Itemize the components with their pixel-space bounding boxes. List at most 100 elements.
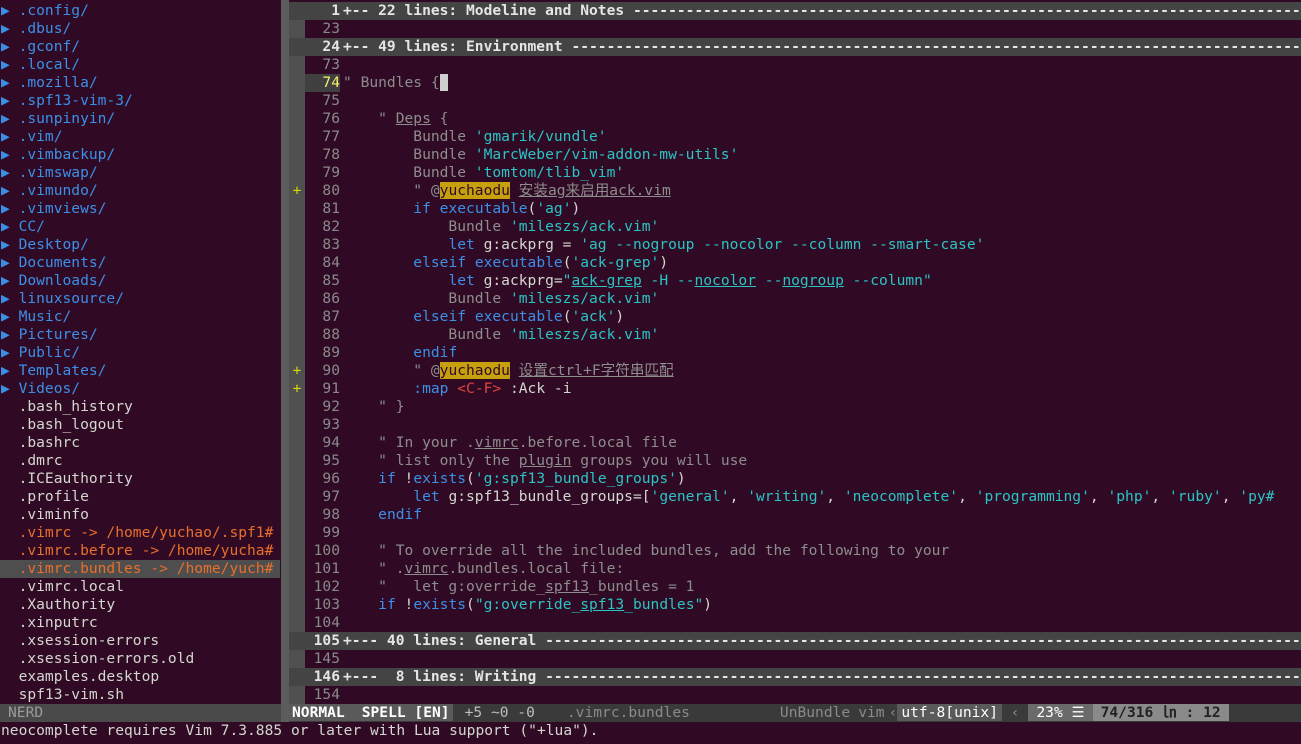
code-line[interactable]: 86 Bundle 'mileszs/ack.vim' [289,290,1301,308]
code-line[interactable]: 95 " list only the plugin groups you wil… [289,452,1301,470]
line-text: if executable('ag') [343,200,580,218]
tree-item[interactable]: .ICEauthority [0,470,280,488]
tree-item[interactable]: .profile [0,488,280,506]
editor-buffer[interactable]: 1 +-- 22 lines: Modeline and Notes ------… [289,2,1301,704]
tree-item[interactable]: .vimrc.before -> /home/yucha# [0,542,280,560]
code-line[interactable]: 79 Bundle 'tomtom/tlib_vim' [289,164,1301,182]
sign-column: + [289,182,305,200]
line-number: 91 [322,380,340,397]
line-number: 93 [322,416,340,433]
sign-column: + [289,362,305,380]
code-line[interactable]: 92 " } [289,398,1301,416]
code-line[interactable]: 96 if !exists('g:spf13_bundle_groups') [289,470,1301,488]
code-line[interactable]: 102 " let g:override_spf13_bundles = 1 [289,578,1301,596]
fold-line[interactable]: 105 +--- 40 lines: General --------------… [289,632,1301,650]
code-token: , [1221,488,1240,505]
code-token: " . [343,560,405,577]
tree-item[interactable]: spf13-vim.sh [0,686,280,704]
code-line[interactable]: 100 " To override all the included bundl… [289,542,1301,560]
code-line[interactable]: 84 elseif executable('ack-grep') [289,254,1301,272]
code-line[interactable]: 85 let g:ackprg="ack-grep -H --nocolor -… [289,272,1301,290]
code-line[interactable]: 73 [289,56,1301,74]
code-token: ) [676,470,686,487]
code-line[interactable]: 76 " Deps { [289,110,1301,128]
tree-item[interactable]: ▶ .dbus/ [0,20,280,38]
tree-item[interactable]: ▶ .vim/ [0,128,280,146]
code-token: , [826,488,844,505]
code-line[interactable]: 98 endif [289,506,1301,524]
tree-item[interactable]: ▶ Public/ [0,344,280,362]
tree-item[interactable]: ▶ .vimbackup/ [0,146,280,164]
tree-item[interactable]: ▶ .mozilla/ [0,74,280,92]
code-line[interactable]: 89 endif [289,344,1301,362]
code-token: g:spf13_bundle_groups=[ [439,488,651,505]
fold-line[interactable]: 146 +--- 8 lines: Writing ---------------… [289,668,1301,686]
tree-item[interactable]: ▶ linuxsource/ [0,290,280,308]
tree-item[interactable]: .xinputrc [0,614,280,632]
code-line[interactable]: 75 [289,92,1301,110]
code-line[interactable]: 154 [289,686,1301,704]
tree-item[interactable]: ▶ .spf13-vim-3/ [0,92,280,110]
tree-item[interactable]: .bash_logout [0,416,280,434]
tree-item[interactable]: .vimrc -> /home/yuchao/.spf1# [0,524,280,542]
tree-item[interactable]: ▶ Templates/ [0,362,280,380]
tree-item[interactable]: .Xauthority [0,596,280,614]
tree-item[interactable]: .vimrc.bundles -> /home/yuch# [0,560,280,578]
tree-item[interactable]: .bashrc [0,434,280,452]
code-line[interactable]: +80 " @yuchaodu 安装ag来启用ack.vim [289,182,1301,200]
tree-item[interactable]: ▶ Desktop/ [0,236,280,254]
fold-line[interactable]: 1 +-- 22 lines: Modeline and Notes ------… [289,2,1301,20]
tree-item[interactable]: ▶ Documents/ [0,254,280,272]
tree-item[interactable]: ▶ Videos/ [0,380,280,398]
code-line[interactable]: 88 Bundle 'mileszs/ack.vim' [289,326,1301,344]
sign-column [289,146,305,164]
line-number: 105 [313,632,340,649]
code-line[interactable]: 81 if executable('ag') [289,200,1301,218]
tree-item[interactable]: .vimrc.local [0,578,280,596]
code-line[interactable]: 83 let g:ackprg = 'ag --nogroup --nocolo… [289,236,1301,254]
code-line[interactable]: 78 Bundle 'MarcWeber/vim-addon-mw-utils' [289,146,1301,164]
tree-item[interactable]: ▶ .vimviews/ [0,200,280,218]
sign-column [289,560,305,578]
tree-item[interactable]: ▶ .local/ [0,56,280,74]
code-line[interactable]: 103 if !exists("g:override_spf13_bundles… [289,596,1301,614]
code-line[interactable]: 82 Bundle 'mileszs/ack.vim' [289,218,1301,236]
sign-column [289,470,305,488]
code-token: 'py# [1239,488,1275,505]
line-number: 79 [322,164,340,181]
tree-item[interactable]: ▶ .vimundo/ [0,182,280,200]
code-line[interactable]: +91 :map <C-F> :Ack -i [289,380,1301,398]
code-line[interactable]: 97 let g:spf13_bundle_groups=['general',… [289,488,1301,506]
code-line[interactable]: 93 [289,416,1301,434]
fold-line[interactable]: 24 +-- 49 lines: Environment ------------… [289,38,1301,56]
line-text: " } [343,398,404,416]
tree-item[interactable]: ▶ CC/ [0,218,280,236]
tree-item[interactable]: ▶ .sunpinyin/ [0,110,280,128]
tree-item[interactable]: .bash_history [0,398,280,416]
code-line[interactable]: 77 Bundle 'gmarik/vundle' [289,128,1301,146]
code-line[interactable]: 99 [289,524,1301,542]
tree-item[interactable]: ▶ .config/ [0,2,280,20]
code-line[interactable]: 101 " .vimrc.bundles.local file: [289,560,1301,578]
tree-item[interactable]: .xsession-errors [0,632,280,650]
tree-item[interactable]: .dmrc [0,452,280,470]
tree-item[interactable]: examples.desktop [0,668,280,686]
code-line[interactable]: 74 " Bundles { [289,74,1301,92]
code-line[interactable]: 23 [289,20,1301,38]
code-line[interactable]: +90 " @yuchaodu 设置ctrl+F字符串匹配 [289,362,1301,380]
tree-item[interactable]: .xsession-errors.old [0,650,280,668]
tree-item[interactable]: .viminfo [0,506,280,524]
code-line[interactable]: 94 " In your .vimrc.before.local file [289,434,1301,452]
tree-item[interactable]: ▶ .gconf/ [0,38,280,56]
code-line[interactable]: 145 [289,650,1301,668]
code-line[interactable]: 104 [289,614,1301,632]
tree-item[interactable]: ▶ Pictures/ [0,326,280,344]
vertical-split-divider[interactable] [281,0,289,704]
tree-item[interactable]: ▶ Music/ [0,308,280,326]
tree-item[interactable]: ▶ Downloads/ [0,272,280,290]
code-line[interactable]: 87 elseif executable('ack') [289,308,1301,326]
tree-item[interactable]: ▶ .vimswap/ [0,164,280,182]
